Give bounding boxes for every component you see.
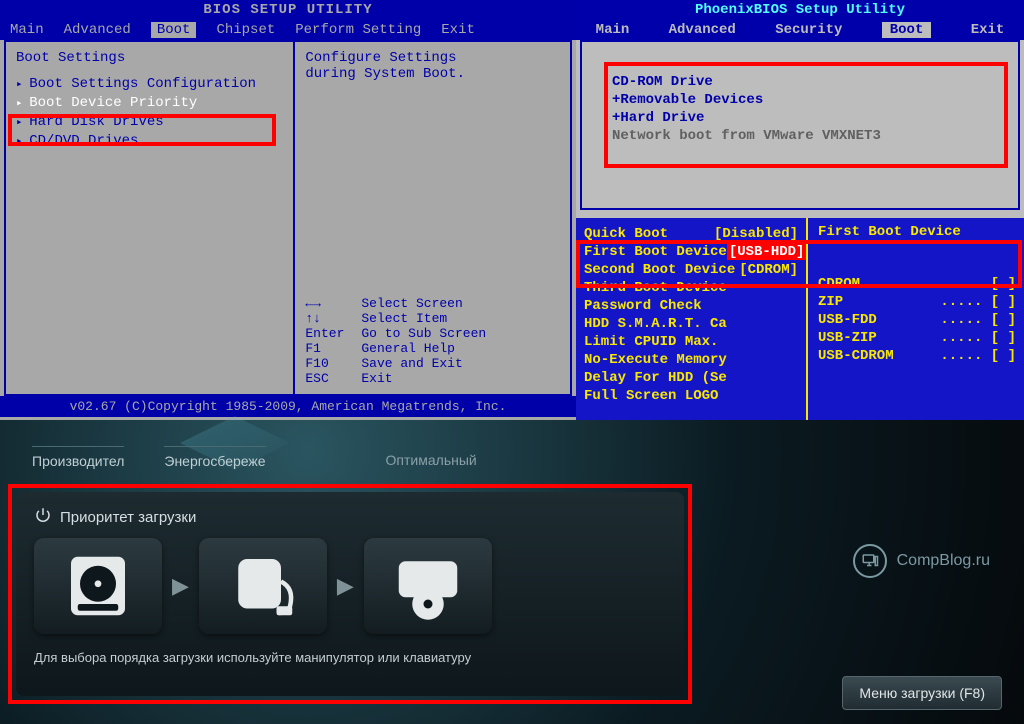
power-icon bbox=[34, 506, 52, 528]
chevron-right-icon: ▶ bbox=[337, 573, 354, 599]
award-row[interactable]: Delay For HDD (Se bbox=[584, 370, 798, 386]
boot-device-optical[interactable] bbox=[364, 538, 492, 634]
ami-title: BIOS SETUP UTILITY bbox=[0, 0, 576, 20]
phoenix-menu-exit[interactable]: Exit bbox=[971, 22, 1005, 38]
ami-help-pane: Configure Settings during System Boot. ←… bbox=[295, 42, 570, 394]
award-right-pane: First Boot Device CDROM..... [ ] ZIP....… bbox=[810, 218, 1024, 420]
ami-menu-boot[interactable]: Boot bbox=[151, 22, 197, 38]
ami-help-line: Configure Settings bbox=[305, 50, 560, 66]
phoenix-boot-item[interactable]: +Hard Drive bbox=[612, 110, 988, 126]
phoenix-menu-boot[interactable]: Boot bbox=[882, 22, 932, 38]
ami-section-header: Boot Settings bbox=[16, 50, 283, 66]
uefi-hint-text: Для выбора порядка загрузки используйте … bbox=[34, 650, 666, 665]
monitor-icon bbox=[853, 544, 887, 578]
phoenix-boot-item[interactable]: CD-ROM Drive bbox=[612, 74, 988, 90]
phoenix-bios-window: PhoenixBIOS Setup Utility Main Advanced … bbox=[576, 0, 1024, 218]
watermark-text: CompBlog.ru bbox=[897, 552, 990, 570]
ami-menu-advanced[interactable]: Advanced bbox=[64, 22, 131, 38]
ami-footer: v02.67 (C)Copyright 1985-2009, American … bbox=[0, 396, 576, 417]
ami-key-legend: ←→Select Screen ↑↓Select Item EnterGo to… bbox=[305, 296, 560, 386]
award-left-pane: Quick Boot[Disabled] First Boot Device[U… bbox=[576, 218, 808, 420]
external-drive-icon bbox=[227, 550, 299, 622]
award-row-third-boot[interactable]: Third Boot Device bbox=[584, 280, 798, 296]
award-option-header: First Boot Device bbox=[818, 224, 1016, 240]
phoenix-menubar[interactable]: Main Advanced Security Boot Exit bbox=[576, 20, 1024, 40]
ami-item-boot-settings-config[interactable]: Boot Settings Configuration bbox=[16, 76, 283, 92]
award-row-second-boot[interactable]: Second Boot Device[CDROM] bbox=[584, 262, 798, 278]
boot-device-external[interactable] bbox=[199, 538, 327, 634]
uefi-bios-window: Производител Энергосбереже Оптимальный П… bbox=[0, 420, 1024, 724]
phoenix-boot-item[interactable]: Network boot from VMware VMXNET3 bbox=[612, 128, 988, 144]
ami-menu-chipset[interactable]: Chipset bbox=[216, 22, 275, 38]
ami-menu-exit[interactable]: Exit bbox=[441, 22, 475, 38]
uefi-panel-heading: Приоритет загрузки bbox=[60, 509, 196, 526]
ami-menubar[interactable]: Main Advanced Boot Chipset Perform Setti… bbox=[0, 20, 576, 40]
award-row[interactable]: Limit CPUID Max. bbox=[584, 334, 798, 350]
award-row[interactable]: HDD S.M.A.R.T. Ca bbox=[584, 316, 798, 332]
ami-menu-main[interactable]: Main bbox=[10, 22, 44, 38]
ami-settings-pane: Boot Settings Boot Settings Configuratio… bbox=[6, 42, 295, 394]
phoenix-menu-main[interactable]: Main bbox=[596, 22, 630, 38]
optical-drive-icon bbox=[392, 550, 464, 622]
chevron-right-icon: ▶ bbox=[172, 573, 189, 599]
phoenix-menu-advanced[interactable]: Advanced bbox=[669, 22, 736, 38]
award-option[interactable]: USB-FDD..... [ ] bbox=[818, 312, 1016, 328]
ami-item-boot-device-priority[interactable]: Boot Device Priority bbox=[16, 95, 283, 111]
phoenix-menu-security[interactable]: Security bbox=[775, 22, 842, 38]
award-option[interactable]: ZIP..... [ ] bbox=[818, 294, 1016, 310]
award-row-first-boot[interactable]: First Boot Device[USB-HDD] bbox=[584, 244, 798, 260]
award-option[interactable]: USB-CDROM..... [ ] bbox=[818, 348, 1016, 364]
award-option[interactable]: CDROM..... [ ] bbox=[818, 276, 1016, 292]
ami-menu-perform[interactable]: Perform Setting bbox=[295, 22, 421, 38]
award-row[interactable]: Password Check bbox=[584, 298, 798, 314]
uefi-tab-optimal[interactable]: Оптимальный bbox=[386, 446, 477, 469]
phoenix-title: PhoenixBIOS Setup Utility bbox=[576, 0, 1024, 20]
award-option[interactable]: USB-ZIP..... [ ] bbox=[818, 330, 1016, 346]
award-row[interactable]: Full Screen LOGO bbox=[584, 388, 798, 404]
ami-bios-window: BIOS SETUP UTILITY Main Advanced Boot Ch… bbox=[0, 0, 576, 420]
uefi-boot-priority-panel: Приоритет загрузки ▶ ▶ Для выбора порядк… bbox=[16, 492, 684, 696]
hdd-icon bbox=[62, 550, 134, 622]
ami-help-line: during System Boot. bbox=[305, 66, 560, 82]
award-row[interactable]: No-Execute Memory bbox=[584, 352, 798, 368]
uefi-tab-energy-save[interactable]: Энергосбереже bbox=[164, 446, 265, 469]
award-row[interactable]: Quick Boot[Disabled] bbox=[584, 226, 798, 242]
ami-item-hard-disk-drives[interactable]: Hard Disk Drives bbox=[16, 114, 283, 130]
watermark: CompBlog.ru bbox=[853, 544, 990, 578]
award-bios-window: Quick Boot[Disabled] First Boot Device[U… bbox=[576, 218, 1024, 420]
uefi-tab-manufacturer[interactable]: Производител bbox=[32, 446, 124, 469]
boot-device-hdd[interactable] bbox=[34, 538, 162, 634]
phoenix-boot-item[interactable]: +Removable Devices bbox=[612, 92, 988, 108]
boot-menu-button[interactable]: Меню загрузки (F8) bbox=[842, 676, 1002, 710]
ami-item-cd-dvd-drives[interactable]: CD/DVD Drives bbox=[16, 133, 283, 149]
phoenix-boot-list: CD-ROM Drive +Removable Devices +Hard Dr… bbox=[580, 40, 1020, 210]
uefi-profile-tabs[interactable]: Производител Энергосбереже Оптимальный bbox=[32, 446, 477, 469]
